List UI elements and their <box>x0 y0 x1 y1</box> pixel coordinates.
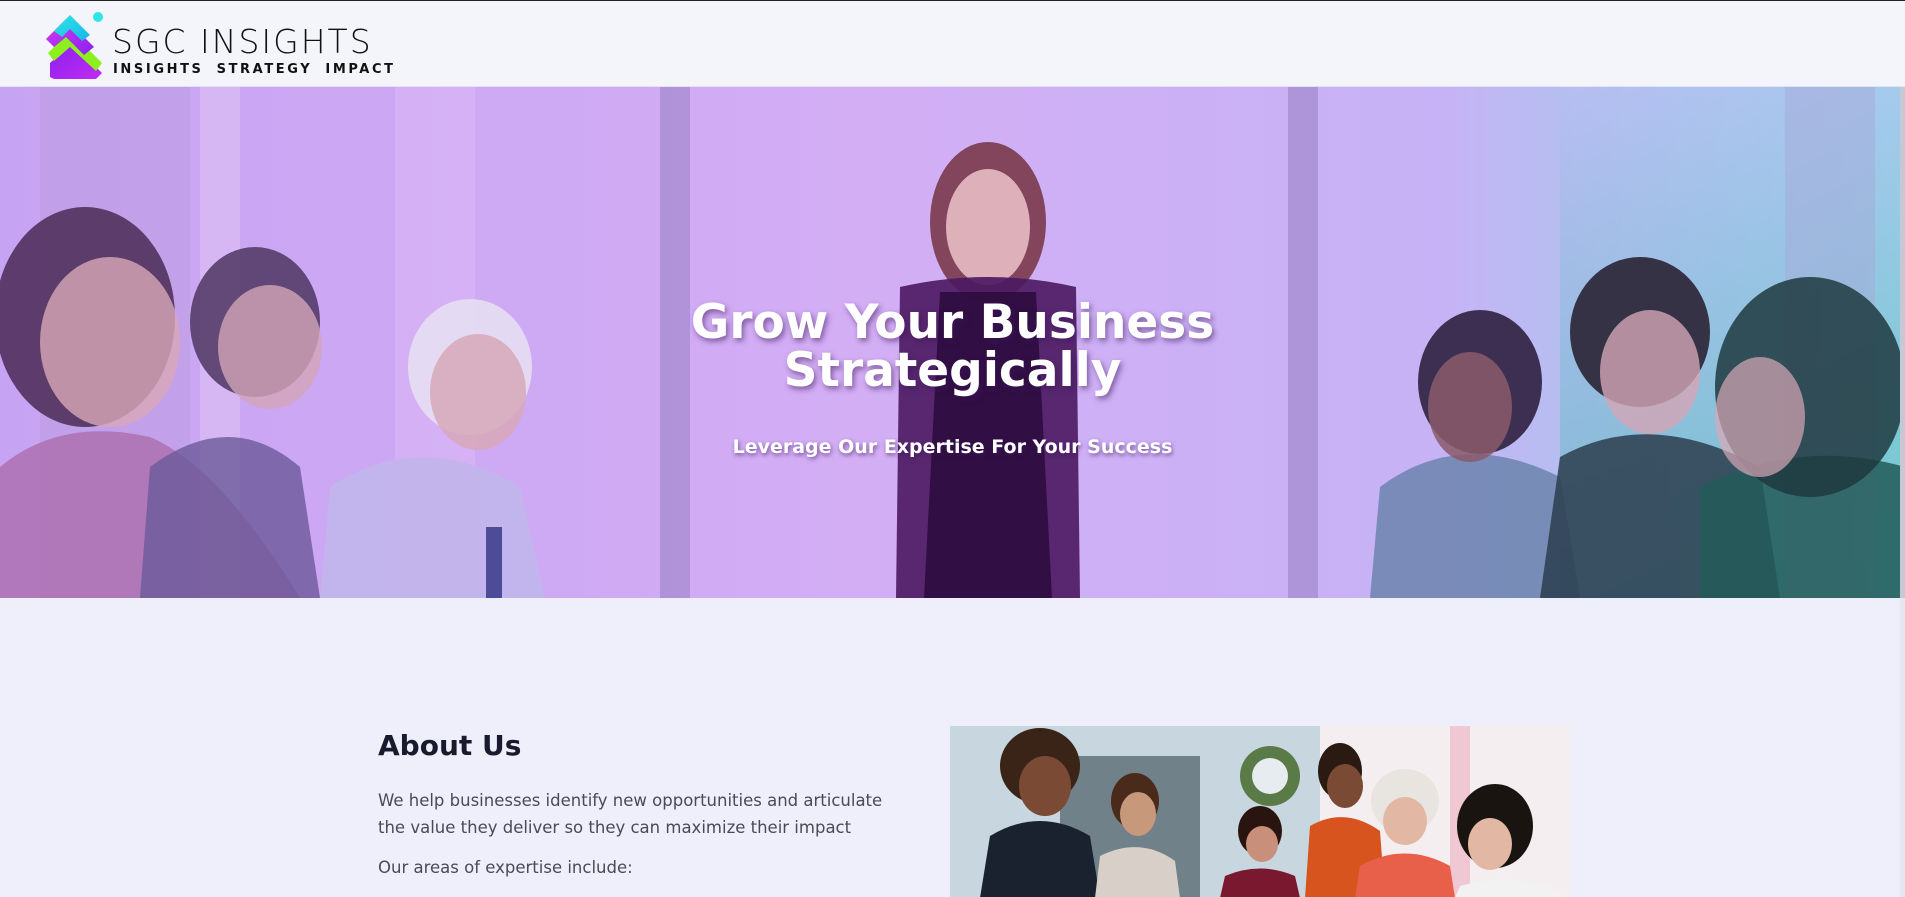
logo-link[interactable]: SGC INSIGHTS INSIGHTS STRATEGY IMPACT <box>44 11 393 79</box>
about-heading: About Us <box>378 729 522 762</box>
hero-subtitle: Leverage Our Expertise For Your Success <box>732 436 1173 458</box>
about-areas-intro: Our areas of expertise include: <box>378 858 633 877</box>
logo-tagline: INSIGHTS STRATEGY IMPACT <box>113 62 396 77</box>
hero-title: Grow Your Business Strategically <box>0 299 1905 395</box>
page-scrollbar-thumb[interactable] <box>1900 87 1905 598</box>
stacked-chevrons-icon <box>46 12 103 79</box>
logo-title: SGC INSIGHTS <box>112 22 373 61</box>
about-body-text: We help businesses identify new opportun… <box>378 791 883 837</box>
team-meeting-photo <box>950 726 1570 897</box>
site-header: SGC INSIGHTS INSIGHTS STRATEGY IMPACT <box>0 1 1905 87</box>
hero-banner: Grow Your Business Strategically Leverag… <box>0 87 1905 598</box>
hero-title-line-2: Strategically <box>783 343 1122 398</box>
hero-title-line-1: Grow Your Business <box>690 295 1215 350</box>
page: SGC INSIGHTS INSIGHTS STRATEGY IMPACT Gr… <box>0 0 1905 897</box>
